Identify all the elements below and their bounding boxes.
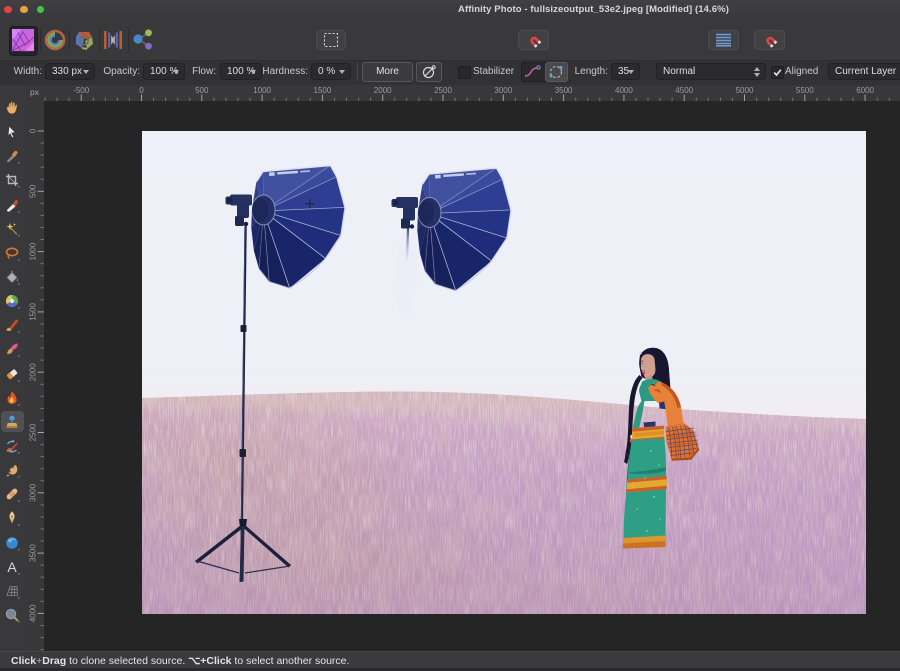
svg-text:1500: 1500	[314, 86, 332, 95]
svg-text:1000: 1000	[29, 242, 38, 260]
svg-text:A: A	[7, 559, 17, 575]
svg-text:2000: 2000	[29, 363, 38, 381]
svg-text:3000: 3000	[494, 86, 512, 95]
svg-text:6000: 6000	[856, 86, 874, 95]
svg-text:2500: 2500	[434, 86, 452, 95]
svg-text:4000: 4000	[29, 604, 38, 622]
svg-text:4000: 4000	[615, 86, 633, 95]
svg-text:5000: 5000	[736, 86, 754, 95]
svg-text:1500: 1500	[29, 302, 38, 320]
svg-text:4500: 4500	[675, 86, 693, 95]
svg-text:3500: 3500	[555, 86, 573, 95]
svg-text:0: 0	[139, 86, 144, 95]
svg-text:0: 0	[29, 128, 38, 133]
svg-text:3500: 3500	[29, 544, 38, 562]
svg-text:5500: 5500	[796, 86, 814, 95]
svg-text:1000: 1000	[253, 86, 271, 95]
svg-text:2500: 2500	[29, 423, 38, 441]
svg-text:500: 500	[195, 86, 209, 95]
svg-text:-500: -500	[73, 86, 90, 95]
svg-text:3000: 3000	[29, 483, 38, 501]
svg-text:2000: 2000	[374, 86, 392, 95]
svg-text:500: 500	[29, 184, 38, 198]
